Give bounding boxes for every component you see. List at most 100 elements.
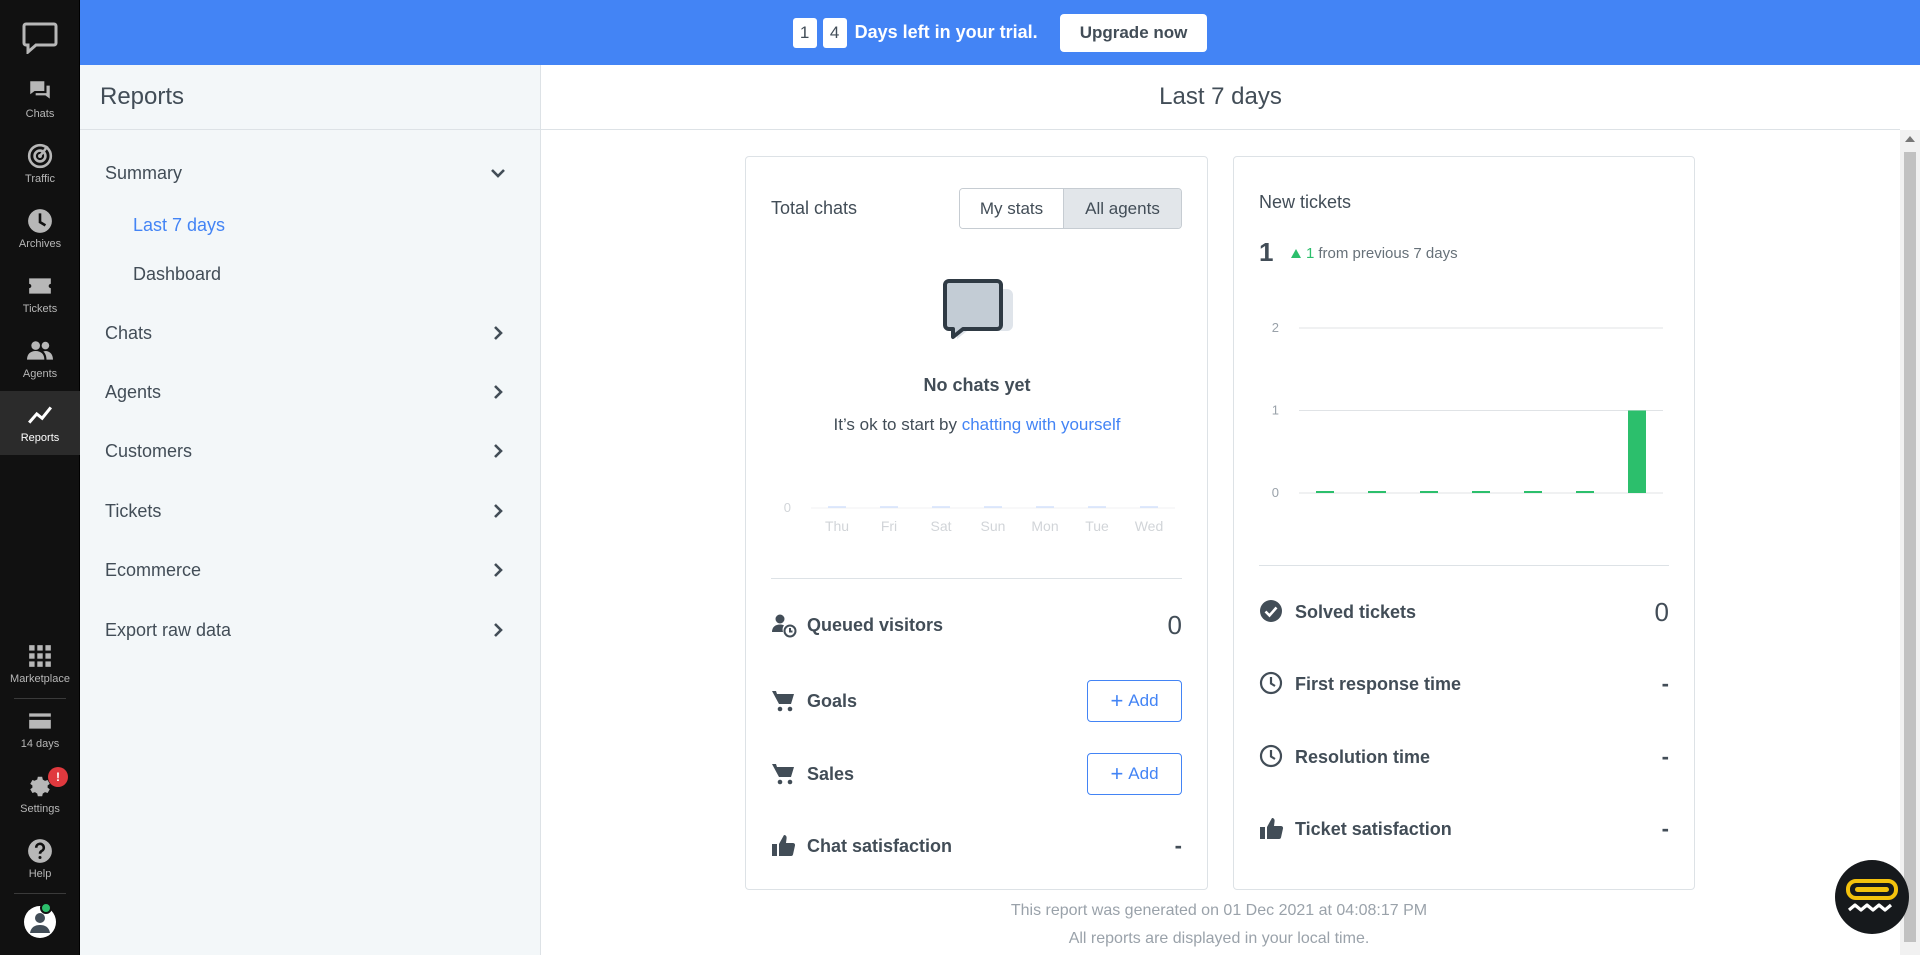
my-stats-button[interactable]: My stats — [960, 189, 1064, 228]
sidebar-item-customers[interactable]: Customers — [105, 435, 507, 467]
ticket-satisfaction-label: Ticket satisfaction — [1295, 818, 1452, 839]
radar-icon — [27, 143, 53, 169]
chart-bar — [1368, 491, 1386, 493]
people-icon — [27, 341, 53, 360]
sidebar-item-chats[interactable]: Chats — [105, 317, 507, 349]
rail-label: 14 days — [20, 738, 60, 750]
new-tickets-card: New tickets 1 1 from previous 7 days 0 1 2… — [1233, 156, 1695, 890]
rail-item-agents[interactable]: Agents — [0, 328, 80, 390]
rail-item-trial-days[interactable]: 14 days — [0, 698, 80, 760]
card-title: Total chats — [771, 198, 858, 218]
rail-item-settings[interactable]: Settings ! — [0, 763, 80, 825]
empty-state-title: No chats yet — [923, 375, 1031, 395]
report-generated-note: This report was generated on 01 Dec 2021… — [1010, 902, 1428, 919]
sales-row: Sales + Add — [771, 753, 1182, 795]
x-tick-label: Thu — [1313, 501, 1337, 502]
chart-bar — [1524, 491, 1542, 493]
reports-sidebar: Reports Summary Last 7 days Dashboard Ch… — [80, 65, 541, 955]
online-status-dot — [40, 902, 52, 914]
chart-bar — [1036, 506, 1054, 508]
first-response-time-label: First response time — [1295, 673, 1462, 694]
check-circle-icon — [1260, 600, 1282, 622]
rail-divider — [14, 893, 66, 894]
sidebar-item-label: Export raw data — [105, 619, 232, 640]
queued-visitors-row: Queued visitors 0 — [771, 608, 1182, 642]
ticket-icon — [29, 278, 51, 294]
rail-label: Tickets — [22, 303, 58, 315]
chart-bar — [1576, 491, 1594, 493]
rail-item-tickets[interactable]: Tickets — [0, 263, 80, 325]
resolution-time-value: - — [1661, 744, 1669, 769]
total-chats-card: Total chats My stats All agents No chats… — [745, 156, 1208, 890]
trend-text: from previous 7 days — [1318, 245, 1458, 262]
x-tick-label: Mon — [1031, 518, 1058, 532]
sidebar-subitem-last-7-days[interactable]: Last 7 days — [133, 215, 225, 236]
rail-label: Reports — [20, 432, 60, 444]
empty-state-prefix: It’s ok to start by — [833, 415, 957, 434]
sidebar-item-ecommerce[interactable]: Ecommerce — [105, 554, 507, 586]
rail-item-traffic[interactable]: Traffic — [0, 133, 80, 195]
trend-value: 1 — [1306, 245, 1315, 262]
chevron-right-icon — [494, 563, 503, 577]
trial-text: Days left in your trial. — [854, 22, 1038, 42]
add-goal-button[interactable]: + Add — [1087, 680, 1182, 722]
queued-visitor-clock-icon — [772, 614, 797, 638]
chart-bar — [1316, 491, 1334, 493]
chat-satisfaction-label: Chat satisfaction — [807, 835, 953, 856]
rail-item-reports[interactable]: Reports — [0, 391, 80, 455]
trend-up-arrow-icon — [1291, 249, 1301, 258]
scrollbar[interactable] — [1900, 130, 1920, 955]
cart-icon — [772, 764, 794, 785]
x-tick-label: Wed — [1135, 518, 1164, 532]
x-tick-label: Sat — [1418, 501, 1439, 502]
resolution-time-row: Resolution time - — [1259, 740, 1669, 774]
chat-satisfaction-row: Chat satisfaction - — [771, 829, 1182, 863]
sidebar-item-agents[interactable]: Agents — [105, 376, 507, 408]
sales-label: Sales — [807, 763, 855, 784]
ticket-satisfaction-row: Ticket satisfaction - — [1259, 812, 1669, 846]
sidebar-item-label: Summary — [105, 162, 183, 183]
local-time-note: All reports are displayed in your local … — [1068, 930, 1370, 947]
chat-with-yourself-link[interactable]: chatting with yourself — [962, 415, 1121, 434]
clock-outline-icon — [1259, 744, 1283, 768]
chart-bar — [828, 506, 846, 508]
rail-item-marketplace[interactable]: Marketplace — [0, 633, 80, 695]
add-sale-button[interactable]: + Add — [1087, 753, 1182, 795]
sidebar-title: Reports — [80, 65, 540, 130]
rail-item-archives[interactable]: Archives — [0, 198, 80, 260]
stats-toggle: My stats All agents — [959, 188, 1182, 229]
clock-outline-icon — [1259, 671, 1283, 695]
x-tick-label: Sun — [1469, 501, 1494, 502]
y-tick-label: 0 — [1272, 485, 1279, 500]
sidebar-item-summary[interactable]: Summary — [105, 157, 507, 189]
clock-icon — [28, 209, 52, 233]
x-tick-label: Sat — [930, 518, 951, 532]
chat-bubbles-icon — [30, 81, 50, 99]
sidebar-item-label: Customers — [105, 440, 193, 461]
solved-tickets-row: Solved tickets 0 — [1259, 595, 1669, 629]
upgrade-now-button[interactable]: Upgrade now — [1059, 13, 1208, 52]
goals-row: Goals + Add — [771, 680, 1182, 722]
x-tick-label: Thu — [825, 518, 849, 532]
sidebar-item-tickets[interactable]: Tickets — [105, 495, 507, 527]
chat-widget-launcher[interactable] — [1835, 860, 1909, 934]
scroll-thumb[interactable] — [1904, 152, 1916, 942]
rail-label: Archives — [18, 238, 62, 250]
sidebar-item-export-raw-data[interactable]: Export raw data — [105, 614, 507, 646]
scroll-up-arrow-icon[interactable] — [1905, 136, 1915, 142]
rail-item-chats[interactable]: Chats — [0, 68, 80, 130]
solved-tickets-value: 0 — [1654, 596, 1669, 627]
livechat-logo-icon[interactable] — [22, 22, 58, 54]
chevron-down-icon — [491, 169, 505, 178]
x-tick-label: Fri — [1369, 501, 1385, 502]
divider — [771, 578, 1182, 579]
sidebar-subitem-dashboard[interactable]: Dashboard — [133, 264, 221, 285]
chart-bar — [984, 506, 1002, 508]
add-button-label: Add — [1128, 691, 1159, 710]
total-chats-chart: 0 Thu Fri Sat Sun Mon Tue Wed — [784, 500, 1175, 532]
plus-icon: + — [1110, 688, 1124, 713]
sidebar-item-label: Tickets — [105, 500, 162, 521]
rail-item-help[interactable]: Help — [0, 828, 80, 890]
all-agents-button[interactable]: All agents — [1064, 189, 1181, 228]
trial-days-digit: 1 — [792, 17, 817, 48]
